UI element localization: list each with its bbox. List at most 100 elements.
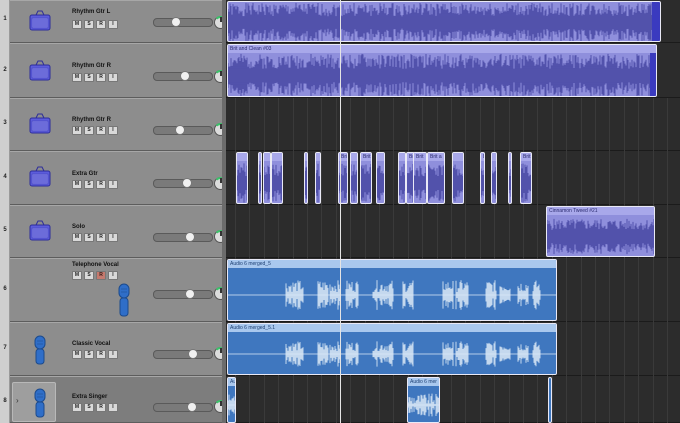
volume-knob[interactable] [175,125,185,135]
audio-region[interactable]: Audio 6 merged_5 [227,259,557,321]
input-monitor-button[interactable]: I [108,350,118,359]
audio-region[interactable] [398,152,406,204]
audio-region[interactable]: Brit a [427,152,445,204]
mute-button[interactable]: M [72,233,82,242]
waveform [228,280,556,310]
audio-region[interactable] [452,152,464,204]
volume-slider[interactable] [153,125,213,135]
track-lane-3[interactable] [226,98,680,151]
solo-button[interactable]: S [84,271,94,280]
volume-knob[interactable] [188,349,198,359]
playhead[interactable] [340,0,341,423]
mute-button[interactable]: M [72,350,82,359]
track-header-2[interactable]: 2 Rhythm Gtr R M S R I [0,43,227,98]
input-monitor-button[interactable]: I [108,126,118,135]
mute-button[interactable]: M [72,403,82,412]
track-number: 1 [3,16,7,22]
waveform [509,169,511,197]
waveform [492,167,496,199]
solo-button[interactable]: S [84,126,94,135]
audio-region[interactable] [271,152,283,204]
record-enable-button[interactable]: R [96,350,106,359]
volume-knob[interactable] [171,17,181,27]
region-title [399,153,405,161]
record-enable-button[interactable]: R [96,403,106,412]
track-header-1[interactable]: 1 Rhythm Gtr L M S R I [0,0,227,43]
volume-slider[interactable] [153,289,213,299]
volume-knob[interactable] [180,71,190,81]
solo-button[interactable]: S [84,180,94,189]
audio-region[interactable] [227,1,661,42]
input-monitor-button[interactable]: I [108,180,118,189]
solo-button[interactable]: S [84,233,94,242]
audio-region[interactable]: Brit [360,152,372,204]
mute-button[interactable]: M [72,73,82,82]
track-header-5[interactable]: 5 Solo M S R I [0,205,227,258]
track-headers: 1 Rhythm Gtr L M S R I 2 Rhythm Gtr R M … [0,0,227,423]
input-monitor-button[interactable]: I [108,403,118,412]
audio-region[interactable] [491,152,497,204]
audio-region[interactable] [376,152,385,204]
track-header-7[interactable]: 7 Classic Vocal M S R I [0,322,227,376]
audio-region[interactable]: Brit [480,152,485,204]
record-enable-button[interactable]: R [96,20,106,29]
audio-region[interactable]: Cinnamon Tweed #21 [546,206,655,257]
volume-slider[interactable] [153,349,213,359]
track-name: Solo [72,224,85,230]
waveform [305,166,307,200]
input-monitor-button[interactable]: I [108,20,118,29]
volume-knob[interactable] [182,178,192,188]
audio-region[interactable]: Brit [520,152,532,204]
track-buttons: M S R I [72,350,118,359]
gridline [624,98,625,423]
mute-button[interactable]: M [72,20,82,29]
mute-button[interactable]: M [72,126,82,135]
audio-region[interactable] [304,152,308,204]
region-title [272,153,282,161]
solo-button[interactable]: S [84,350,94,359]
audio-region[interactable]: Audio 6 merged_5.1 [227,323,557,375]
audio-region[interactable] [315,152,321,204]
volume-slider[interactable] [153,232,213,242]
audio-region[interactable]: Brit [413,152,427,204]
audio-region[interactable] [350,152,358,204]
solo-button[interactable]: S [84,20,94,29]
arrange-area[interactable]: Brit and Clean #03 BritBritBrBritBrit aB… [226,0,680,423]
volume-knob[interactable] [187,402,197,412]
audio-region[interactable]: Audio 6 mer [407,377,440,423]
track-header-4[interactable]: 4 Extra Gtr M S R I [0,151,227,205]
audio-region[interactable]: Brit and Clean #03 [227,44,657,97]
volume-slider[interactable] [153,178,213,188]
volume-slider[interactable] [153,402,213,412]
record-enable-button[interactable]: R [96,271,106,280]
daw-window: 1 Rhythm Gtr L M S R I 2 Rhythm Gtr R M … [0,0,680,423]
audio-region[interactable] [263,152,271,204]
audio-region[interactable]: Au [227,377,236,423]
audio-region[interactable] [236,152,248,204]
waveform [259,164,261,202]
volume-slider[interactable] [153,71,213,81]
track-number: 7 [3,345,7,351]
volume-slider[interactable] [153,17,213,27]
solo-button[interactable]: S [84,403,94,412]
track-header-8[interactable]: 8 › Extra Singer M S R I [0,376,227,423]
record-enable-button[interactable]: R [96,126,106,135]
input-monitor-button[interactable]: I [108,271,118,280]
input-monitor-button[interactable]: I [108,233,118,242]
volume-knob[interactable] [185,289,195,299]
audio-region[interactable] [258,152,262,204]
record-enable-button[interactable]: R [96,73,106,82]
track-header-6[interactable]: 6 Telephone Vocal M S R I [0,258,227,322]
input-monitor-button[interactable]: I [108,73,118,82]
track-number: 2 [3,67,7,73]
track-lane-8[interactable] [226,376,680,423]
audio-region[interactable] [548,377,552,423]
record-enable-button[interactable]: R [96,233,106,242]
mute-button[interactable]: M [72,271,82,280]
mute-button[interactable]: M [72,180,82,189]
record-enable-button[interactable]: R [96,180,106,189]
track-header-3[interactable]: 3 Rhythm Gtr R M S R I [0,98,227,151]
volume-knob[interactable] [185,232,195,242]
solo-button[interactable]: S [84,73,94,82]
audio-region[interactable] [508,152,512,204]
